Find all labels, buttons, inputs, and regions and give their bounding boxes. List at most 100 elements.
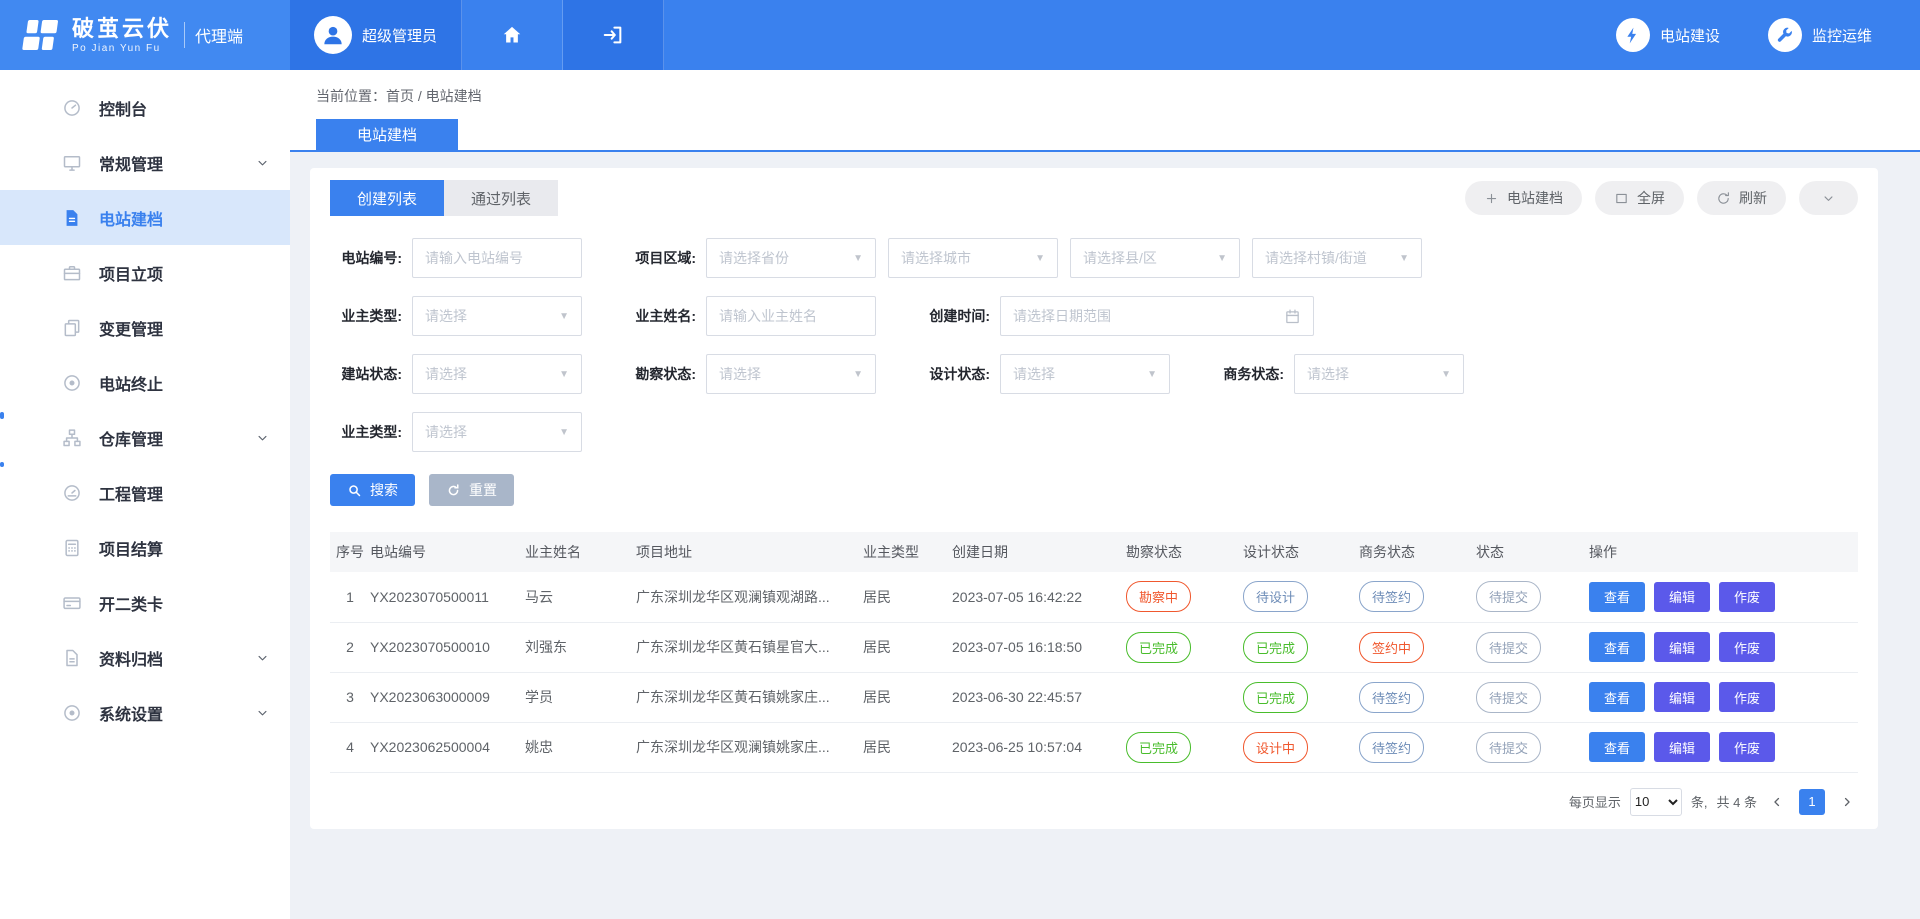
- void-button[interactable]: 作废: [1719, 582, 1775, 612]
- tab-passed-list[interactable]: 通过列表: [444, 180, 558, 216]
- nav-power-construction[interactable]: 电站建设: [1616, 0, 1720, 70]
- pagination: 每页显示 10 条, 共 4 条 1: [330, 788, 1858, 816]
- filter-field: 设计状态:请选择▼: [918, 354, 1170, 394]
- sidebar-item-3[interactable]: 项目立项: [0, 245, 290, 300]
- refresh-button[interactable]: 刷新: [1697, 181, 1786, 215]
- breadcrumb: 当前位置：首页 / 电站建档: [316, 86, 1920, 106]
- refresh-icon: [1716, 191, 1731, 206]
- sidebar-item-11[interactable]: 系统设置: [0, 685, 290, 740]
- logout-icon: [602, 24, 624, 46]
- filter-field: 商务状态:请选择▼: [1212, 354, 1464, 394]
- business-status-select[interactable]: 请选择▼: [1294, 354, 1464, 394]
- reset-button[interactable]: 重置: [429, 474, 514, 506]
- breadcrumb-path[interactable]: 首页 / 电站建档: [386, 88, 482, 104]
- sidebar-item-6[interactable]: 仓库管理: [0, 410, 290, 465]
- edit-button[interactable]: 编辑: [1654, 682, 1710, 712]
- per-page-label: 每页显示: [1569, 792, 1621, 811]
- station-code-input[interactable]: [412, 238, 582, 278]
- survey-status-select[interactable]: 请选择▼: [706, 354, 876, 394]
- current-page[interactable]: 1: [1799, 789, 1825, 815]
- caret-down-icon: ▼: [1147, 369, 1157, 380]
- per-page-select[interactable]: 10: [1630, 788, 1682, 816]
- district-select[interactable]: 请选择县/区▼: [1070, 238, 1240, 278]
- gauge-icon: [62, 98, 82, 118]
- column-header: 操作: [1587, 532, 1858, 572]
- sidebar-item-5[interactable]: 电站终止: [0, 355, 290, 410]
- view-button[interactable]: 查看: [1589, 732, 1645, 762]
- fullscreen-button[interactable]: 全屏: [1595, 181, 1684, 215]
- chevron-down-icon: [255, 430, 270, 445]
- edit-button[interactable]: 编辑: [1654, 632, 1710, 662]
- caret-down-icon: ▼: [853, 369, 863, 380]
- owner-name-input[interactable]: [706, 296, 876, 336]
- design-status-select[interactable]: 请选择▼: [1000, 354, 1170, 394]
- column-header: 创建日期: [950, 532, 1124, 572]
- home-button[interactable]: [462, 0, 563, 70]
- edit-button[interactable]: 编辑: [1654, 732, 1710, 762]
- table-row: 4YX2023062500004姚忠广东深圳龙华区观澜镇姚家庄...居民2023…: [330, 722, 1858, 772]
- view-button[interactable]: 查看: [1589, 632, 1645, 662]
- sidebar-item-label: 控制台: [99, 96, 147, 120]
- sidebar-item-4[interactable]: 变更管理: [0, 300, 290, 355]
- town-select[interactable]: 请选择村镇/街道▼: [1252, 238, 1422, 278]
- logo[interactable]: 破茧云伏 Po Jian Yun Fu 代理端: [0, 0, 290, 70]
- chevron-down-icon: [255, 155, 270, 170]
- owner-type-select[interactable]: 请选择▼: [412, 296, 582, 336]
- station-code: YX2023070500010: [368, 622, 523, 672]
- filter-field: 项目区域:请选择省份▼请选择城市▼请选择县/区▼请选择村镇/街道▼: [624, 238, 1422, 278]
- city-select[interactable]: 请选择城市▼: [888, 238, 1058, 278]
- filter-form: 电站编号:项目区域:请选择省份▼请选择城市▼请选择县/区▼请选择村镇/街道▼业主…: [330, 238, 1858, 452]
- add-station-button[interactable]: 电站建档: [1465, 181, 1582, 215]
- owner-name: 刘强东: [523, 622, 634, 672]
- create-time-range[interactable]: 请选择日期范围: [1000, 296, 1314, 336]
- caret-down-icon: ▼: [1035, 253, 1045, 264]
- user-menu[interactable]: 超级管理员: [290, 0, 462, 70]
- wrench-icon: [1775, 26, 1794, 45]
- project-address: 广东深圳龙华区观澜镇观湖路...: [634, 572, 861, 622]
- tab-create-list[interactable]: 创建列表: [330, 180, 444, 216]
- status-badge: 待提交: [1476, 732, 1541, 763]
- filter-field: 电站编号:: [330, 238, 582, 278]
- owner-type-select-2[interactable]: 请选择▼: [412, 412, 582, 452]
- sidebar-item-1[interactable]: 常规管理: [0, 135, 290, 190]
- logout-button[interactable]: [563, 0, 664, 70]
- sidebar-item-7[interactable]: 工程管理: [0, 465, 290, 520]
- sidebar-item-9[interactable]: 开二类卡: [0, 575, 290, 630]
- view-button[interactable]: 查看: [1589, 682, 1645, 712]
- sidebar-item-0[interactable]: 控制台: [0, 80, 290, 135]
- business-status-cell: 待签约: [1357, 572, 1474, 622]
- status-badge: 待提交: [1476, 581, 1541, 612]
- status-badge: 待设计: [1243, 581, 1308, 612]
- status-status-cell: 待提交: [1474, 672, 1587, 722]
- gauge2-icon: [62, 483, 82, 503]
- province-select[interactable]: 请选择省份▼: [706, 238, 876, 278]
- brand-subtitle: Po Jian Yun Fu: [72, 43, 172, 54]
- sidebar-item-label: 电站建档: [99, 206, 163, 230]
- sidebar-item-2[interactable]: 电站建档: [0, 190, 290, 245]
- view-button[interactable]: 查看: [1589, 582, 1645, 612]
- sidebar-item-10[interactable]: 资料归档: [0, 630, 290, 685]
- search-button[interactable]: 搜索: [330, 474, 415, 506]
- edit-button[interactable]: 编辑: [1654, 582, 1710, 612]
- sidebar-item-8[interactable]: 项目结算: [0, 520, 290, 575]
- build-status-select[interactable]: 请选择▼: [412, 354, 582, 394]
- void-button[interactable]: 作废: [1719, 632, 1775, 662]
- sidebar-item-label: 项目结算: [99, 536, 163, 560]
- collapse-button[interactable]: [1799, 181, 1858, 215]
- project-address: 广东深圳龙华区黄石镇星官大...: [634, 622, 861, 672]
- void-button[interactable]: 作废: [1719, 682, 1775, 712]
- page-tab[interactable]: 电站建档: [316, 119, 458, 152]
- void-button[interactable]: 作废: [1719, 732, 1775, 762]
- status-status-cell: 待提交: [1474, 722, 1587, 772]
- sidebar: 控制台常规管理电站建档项目立项变更管理电站终止仓库管理工程管理项目结算开二类卡资…: [0, 70, 290, 919]
- created-date: 2023-07-05 16:18:50: [950, 622, 1124, 672]
- nav-monitor-ops[interactable]: 监控运维: [1768, 0, 1872, 70]
- filter-field: 创建时间:请选择日期范围: [918, 296, 1314, 336]
- owner-name: 马云: [523, 572, 634, 622]
- caret-down-icon: ▼: [853, 253, 863, 264]
- status-badge: 已完成: [1243, 632, 1308, 663]
- next-page-button[interactable]: [1836, 795, 1858, 809]
- prev-page-button[interactable]: [1766, 795, 1788, 809]
- row-index: 3: [330, 672, 368, 722]
- avatar: [314, 16, 352, 54]
